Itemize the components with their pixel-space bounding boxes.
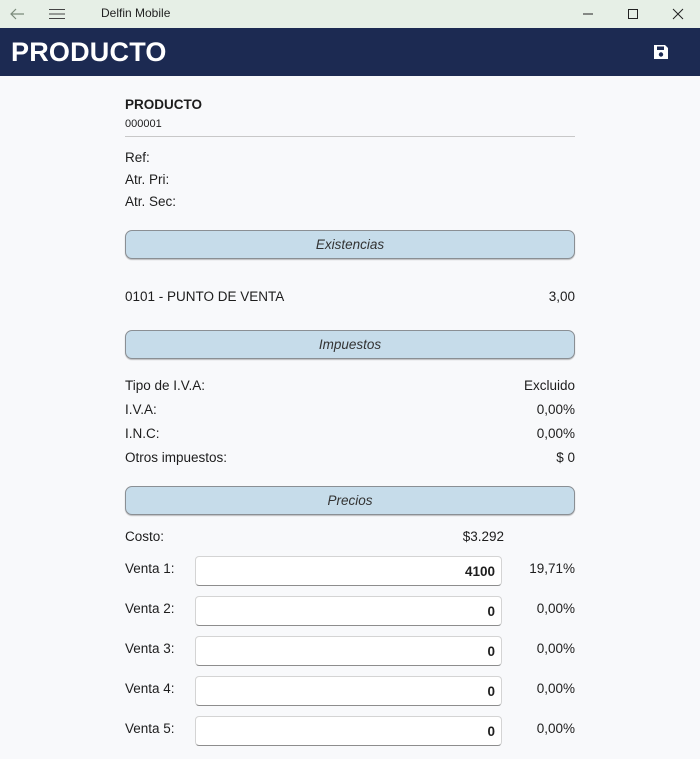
back-arrow-icon xyxy=(10,8,24,20)
section-precios[interactable]: Precios xyxy=(125,486,575,515)
other-taxes-label: Otros impuestos: xyxy=(125,450,228,465)
venta-3-label: Venta 3: xyxy=(125,641,175,656)
hamburger-menu-icon xyxy=(49,8,65,20)
ref-label: Ref: xyxy=(125,150,150,165)
divider xyxy=(125,136,575,137)
iva-label: I.V.A: xyxy=(125,402,157,417)
venta-4-percent: 0,00% xyxy=(536,681,575,696)
close-icon xyxy=(672,8,684,20)
other-taxes-value: $ 0 xyxy=(556,450,575,465)
cost-label: Costo: xyxy=(125,529,165,544)
page-header: PRODUCTO xyxy=(0,28,700,76)
window-titlebar: Delfin Mobile xyxy=(0,0,700,28)
maximize-button[interactable] xyxy=(613,0,653,28)
venta-4-input[interactable]: 0 xyxy=(195,676,502,706)
venta-2-input[interactable]: 0 xyxy=(195,596,502,626)
venta-3-percent: 0,00% xyxy=(536,641,575,656)
inc-value: 0,00% xyxy=(536,426,575,441)
venta-2-percent: 0,00% xyxy=(536,601,575,616)
back-button[interactable] xyxy=(2,0,32,28)
minimize-button[interactable] xyxy=(568,0,608,28)
stock-location: 0101 - PUNTO DE VENTA xyxy=(125,289,285,304)
tax-type-label: Tipo de I.V.A: xyxy=(125,378,206,393)
atr-sec-label: Atr. Sec: xyxy=(125,194,177,209)
product-code: 000001 xyxy=(125,118,162,130)
venta-5-input[interactable]: 0 xyxy=(195,716,502,746)
venta-5-percent: 0,00% xyxy=(536,721,575,736)
save-button[interactable] xyxy=(648,40,674,64)
venta-4-label: Venta 4: xyxy=(125,681,175,696)
venta-1-label: Venta 1: xyxy=(125,561,175,576)
section-existencias[interactable]: Existencias xyxy=(125,230,575,259)
inc-label: I.N.C: xyxy=(125,426,160,441)
page-title: PRODUCTO xyxy=(11,37,167,67)
stock-quantity: 3,00 xyxy=(548,289,575,304)
iva-value: 0,00% xyxy=(536,402,575,417)
venta-3-input[interactable]: 0 xyxy=(195,636,502,666)
save-icon xyxy=(654,45,668,59)
close-button[interactable] xyxy=(658,0,698,28)
window-title: Delfin Mobile xyxy=(101,6,171,20)
venta-2-label: Venta 2: xyxy=(125,601,175,616)
atr-pri-label: Atr. Pri: xyxy=(125,172,170,187)
minimize-icon xyxy=(583,13,593,15)
section-impuestos[interactable]: Impuestos xyxy=(125,330,575,359)
venta-1-input[interactable]: 4100 xyxy=(195,556,502,586)
product-name: PRODUCTO xyxy=(125,97,203,112)
venta-5-label: Venta 5: xyxy=(125,721,175,736)
maximize-icon xyxy=(628,9,638,19)
tax-type-value: Excluido xyxy=(523,378,575,393)
venta-1-percent: 19,71% xyxy=(529,561,575,576)
cost-value: $3.292 xyxy=(462,529,504,544)
menu-button[interactable] xyxy=(42,0,72,28)
